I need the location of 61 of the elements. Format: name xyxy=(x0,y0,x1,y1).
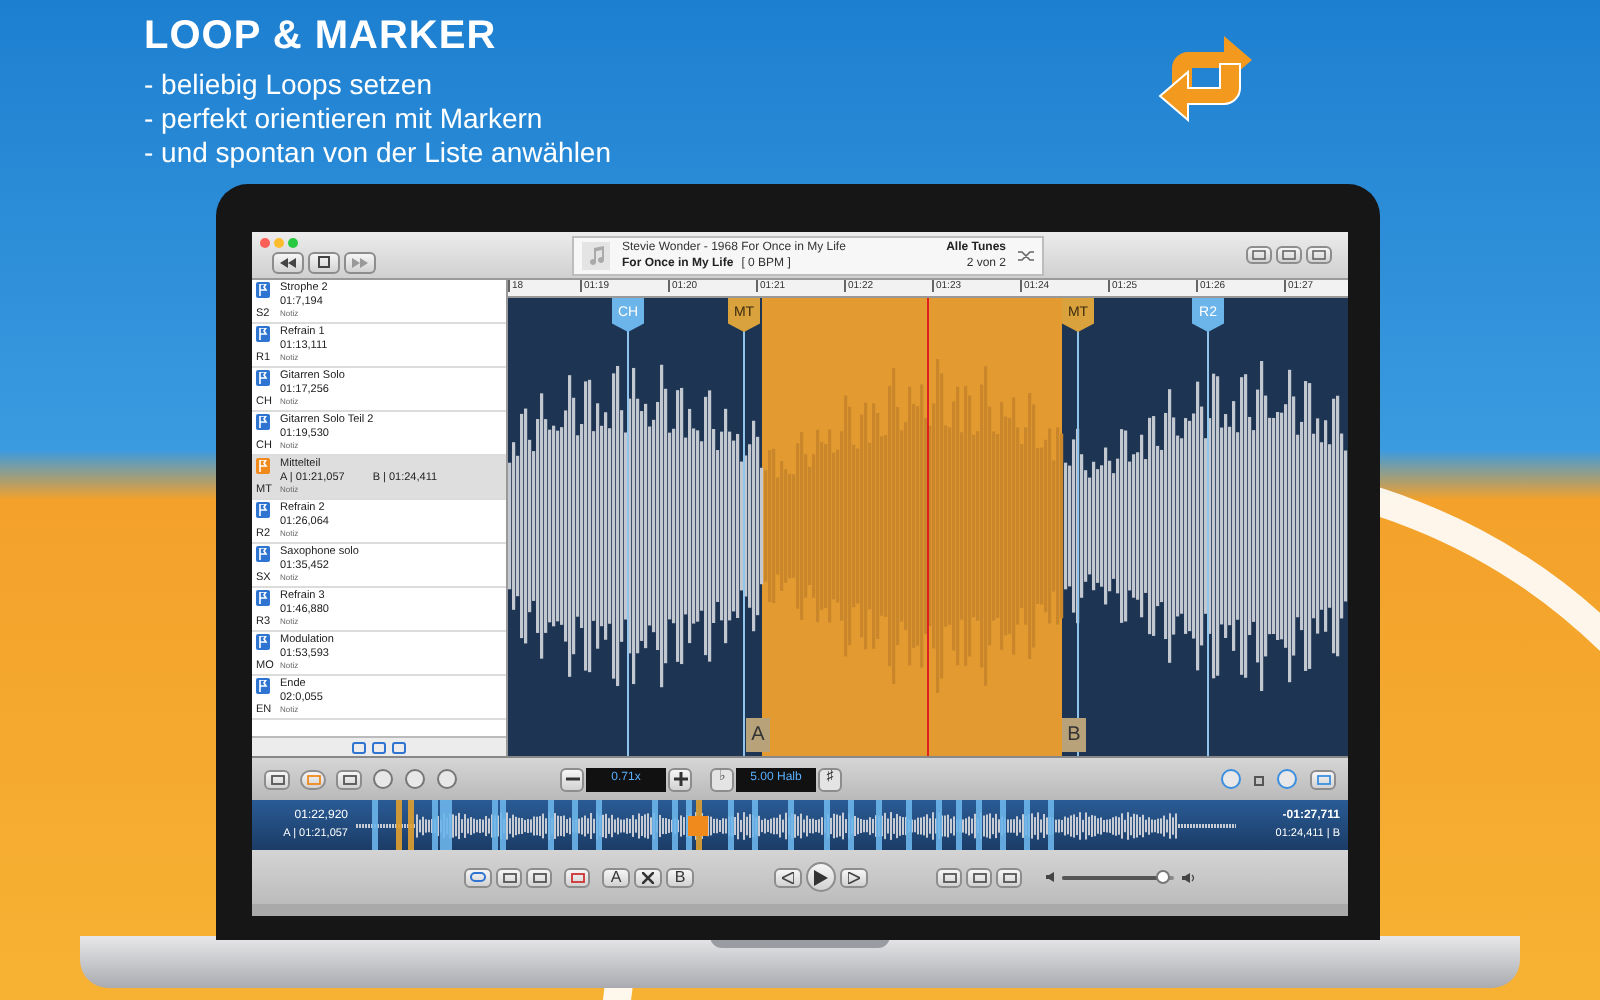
marker-icon xyxy=(256,326,270,342)
close-button[interactable] xyxy=(260,237,270,247)
play-button[interactable] xyxy=(806,862,836,892)
volume-high-icon xyxy=(1182,871,1196,883)
next-button[interactable] xyxy=(840,867,868,887)
loop-list-button[interactable] xyxy=(300,769,326,789)
loop-toggle-icon xyxy=(470,872,486,882)
clear-loop-button[interactable] xyxy=(634,867,662,887)
forward-icon xyxy=(352,257,368,267)
set-b-button[interactable]: B xyxy=(666,867,694,887)
music-note-icon xyxy=(582,241,610,269)
shuffle-icon[interactable] xyxy=(1018,249,1034,261)
plus-button[interactable] xyxy=(668,767,692,791)
marker-icon xyxy=(256,282,270,298)
mixer-button[interactable] xyxy=(336,769,362,789)
list-view-button[interactable] xyxy=(264,769,290,789)
headline: LOOP & MARKER xyxy=(144,12,499,60)
rewind-icon xyxy=(280,257,296,267)
rewind-button[interactable] xyxy=(272,251,304,273)
marker-icon xyxy=(256,502,270,518)
marker-icon xyxy=(256,678,270,694)
volume-low-icon xyxy=(1046,872,1054,882)
loop-icon xyxy=(1156,32,1256,124)
previous-icon xyxy=(782,871,794,883)
marker-icon xyxy=(256,414,270,430)
marker-icon xyxy=(256,546,270,562)
knob-icon[interactable] xyxy=(372,768,394,790)
feature-text: - beliebig Loops setzen xyxy=(144,68,434,102)
marker-icon xyxy=(256,634,270,650)
artwork-button[interactable] xyxy=(308,251,340,273)
minus-button[interactable] xyxy=(560,767,584,791)
knob-icon[interactable] xyxy=(436,768,458,790)
beat-button[interactable] xyxy=(966,867,992,887)
feature-text: - und spontan von der Liste anwählen xyxy=(144,136,611,170)
loop-point-handle[interactable]: A xyxy=(746,718,770,752)
view-large-button[interactable] xyxy=(1246,246,1272,264)
marker-icon xyxy=(256,590,270,606)
view-list-button[interactable] xyxy=(1306,246,1332,264)
clear-loop-icon xyxy=(642,871,654,883)
play-icon xyxy=(814,869,828,885)
volume-thumb[interactable] xyxy=(1156,869,1171,883)
marker-off-button[interactable] xyxy=(564,867,590,887)
overview-waveform-drawing[interactable] xyxy=(356,800,1236,850)
jump-back-button[interactable] xyxy=(936,867,962,887)
feature-text: - perfekt orientieren mit Markern xyxy=(144,102,545,136)
set-a-button[interactable]: A xyxy=(602,867,630,887)
loop-point-handle[interactable]: B xyxy=(1062,718,1086,752)
repeat-button[interactable] xyxy=(496,867,522,887)
timer-button[interactable] xyxy=(526,867,552,887)
loop-marker-icon xyxy=(256,458,270,474)
knob-icon[interactable] xyxy=(1220,768,1242,790)
plus-icon xyxy=(673,772,687,786)
jump-forward-button[interactable] xyxy=(996,867,1022,887)
minus-icon xyxy=(565,772,579,786)
next-icon xyxy=(848,871,860,883)
display-button[interactable] xyxy=(1310,769,1336,789)
previous-button[interactable] xyxy=(774,867,802,887)
loop-toggle-button[interactable] xyxy=(464,867,492,887)
knob-icon[interactable] xyxy=(1276,768,1298,790)
view-split-button[interactable] xyxy=(1276,246,1302,264)
marker-icon xyxy=(256,370,270,386)
